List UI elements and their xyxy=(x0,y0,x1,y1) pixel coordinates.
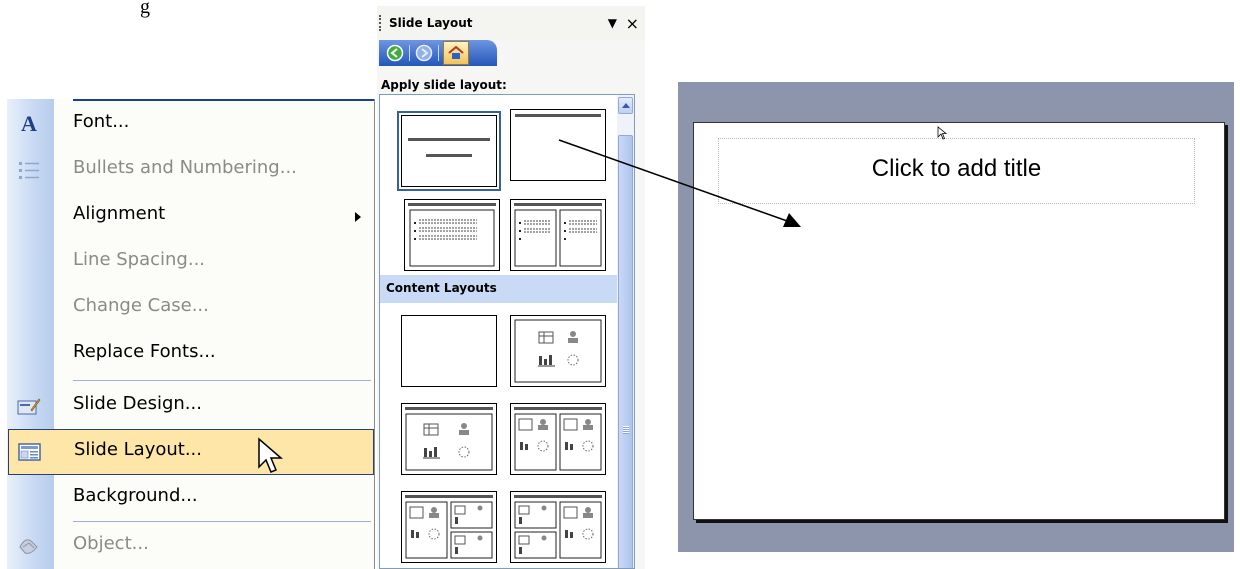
small-pointer-icon xyxy=(937,126,948,140)
layout-gallery: Content Layouts xyxy=(379,94,635,569)
menu-item-label: Slide Layout... xyxy=(74,439,203,460)
menu-item-slide-design[interactable]: Slide Design... xyxy=(7,383,375,429)
slide-layout-task-pane: Slide Layout ▼ × Apply slide layout: Con… xyxy=(377,6,645,569)
menu-item-label: Object... xyxy=(73,533,149,554)
menu-separator xyxy=(73,380,371,381)
layout-content[interactable] xyxy=(510,315,606,387)
gallery-scrollbar[interactable] xyxy=(617,95,634,568)
menu-item-slide-layout[interactable]: Slide Layout... xyxy=(8,429,374,475)
scroll-thumb[interactable] xyxy=(618,135,633,568)
layout-title-slide[interactable] xyxy=(397,111,501,191)
menu-separator xyxy=(73,521,371,522)
menu-item-object[interactable]: Object... xyxy=(7,523,375,569)
menu-item-label: Slide Design... xyxy=(73,393,202,414)
menu-item-label: Change Case... xyxy=(73,295,209,316)
forward-arrow-icon xyxy=(415,44,433,62)
layout-title-two-content-and-content[interactable] xyxy=(510,491,606,563)
menu-item-change-case[interactable]: Change Case... xyxy=(7,285,375,331)
home-button[interactable] xyxy=(443,41,469,65)
back-button[interactable] xyxy=(385,43,405,63)
slide-layout-icon xyxy=(14,438,46,466)
menu-item-label: Background... xyxy=(73,485,198,506)
menu-item-label: Font... xyxy=(73,111,130,132)
scroll-up-button[interactable] xyxy=(618,97,633,114)
home-icon xyxy=(448,46,464,59)
slide-design-icon xyxy=(13,392,45,420)
menu-item-label: Bullets and Numbering... xyxy=(73,157,297,178)
close-icon[interactable]: × xyxy=(626,14,639,33)
apply-layout-label: Apply slide layout: xyxy=(381,78,507,92)
submenu-arrow-icon xyxy=(355,212,361,222)
menu-item-label: Replace Fonts... xyxy=(73,341,216,362)
font-a-icon: A xyxy=(21,111,37,136)
title-placeholder[interactable]: Click to add title xyxy=(718,138,1195,204)
menu-item-label: Line Spacing... xyxy=(73,249,206,270)
menu-item-font[interactable]: A Font... xyxy=(7,101,375,147)
format-menu: A Font... Bullets and Numbering... Align… xyxy=(7,99,375,569)
dropdown-arrow-icon[interactable]: ▼ xyxy=(608,16,617,30)
document-text-line: g xyxy=(140,0,150,18)
layout-title-content-and-two-content[interactable] xyxy=(401,491,497,563)
menu-item-background[interactable]: Background... xyxy=(7,475,375,521)
content-layouts-header: Content Layouts xyxy=(380,275,617,303)
menu-item-bullets[interactable]: Bullets and Numbering... xyxy=(7,147,375,193)
layout-blank[interactable] xyxy=(401,315,497,387)
bullets-icon xyxy=(13,156,45,184)
layout-title-two-content[interactable] xyxy=(510,403,606,475)
object-icon xyxy=(13,532,45,560)
title-placeholder-text: Click to add title xyxy=(871,155,1042,182)
forward-button[interactable] xyxy=(414,43,434,63)
task-pane-nav-bar xyxy=(379,40,497,66)
layout-title-and-content[interactable] xyxy=(401,403,497,475)
menu-item-alignment[interactable]: Alignment xyxy=(7,193,375,239)
menu-item-replace-fonts[interactable]: Replace Fonts... xyxy=(7,331,375,377)
menu-item-label: Alignment xyxy=(73,203,166,224)
layout-title-only[interactable] xyxy=(510,109,606,181)
task-pane-titlebar[interactable]: Slide Layout ▼ × xyxy=(377,6,645,40)
task-pane-title: Slide Layout xyxy=(389,16,473,30)
back-arrow-icon xyxy=(386,44,404,62)
layout-title-two-column-text[interactable] xyxy=(510,199,606,271)
drag-grip-icon[interactable] xyxy=(379,15,383,31)
layout-title-and-text[interactable] xyxy=(404,199,500,271)
mouse-cursor-icon xyxy=(258,437,284,473)
menu-item-line-spacing[interactable]: Line Spacing... xyxy=(7,239,375,285)
section-label: Content Layouts xyxy=(386,281,497,295)
